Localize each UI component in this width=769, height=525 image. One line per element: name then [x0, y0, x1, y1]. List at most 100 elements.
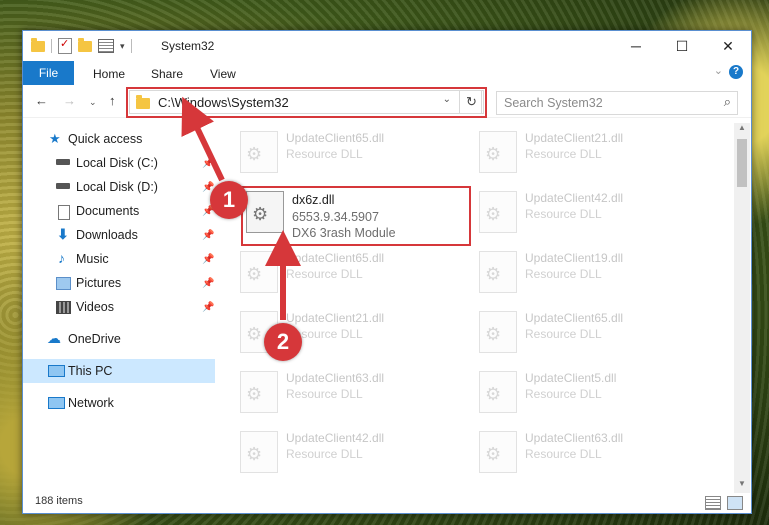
vertical-scrollbar[interactable]: ▲ ▼	[734, 123, 750, 493]
file-type: Resource DLL	[525, 207, 602, 221]
list-item[interactable]: UpdateClient65.dll Resource DLL	[479, 309, 709, 357]
quick-access-toolbar: ▾	[31, 37, 132, 54]
title-bar: ▾ System32 ─ ☐ ✕	[23, 31, 751, 61]
view-icon[interactable]	[98, 39, 114, 53]
list-item[interactable]: UpdateClient42.dll Resource DLL	[240, 429, 470, 477]
file-type: Resource DLL	[525, 447, 602, 461]
file-type: Resource DLL	[525, 387, 602, 401]
sidebar-item-label: Music	[76, 252, 109, 266]
sidebar-item-downloads[interactable]: ⬇ Downloads 📌	[23, 223, 215, 247]
pin-icon: 📌	[202, 277, 215, 289]
downloads-icon: ⬇	[57, 226, 69, 242]
window-title: System32	[161, 39, 215, 53]
tab-home[interactable]: Home	[93, 67, 125, 81]
file-type: Resource DLL	[525, 327, 602, 341]
dll-file-icon	[479, 191, 517, 233]
search-placeholder: Search System32	[504, 96, 603, 110]
maximize-button[interactable]: ☐	[659, 31, 705, 61]
list-item[interactable]: UpdateClient21.dll Resource DLL	[479, 129, 709, 177]
pictures-icon	[56, 277, 71, 290]
minimize-button[interactable]: ─	[613, 31, 659, 61]
list-item[interactable]: UpdateClient5.dll Resource DLL	[479, 369, 709, 417]
scroll-thumb[interactable]	[737, 139, 747, 187]
search-icon[interactable]: ⌕	[724, 94, 731, 110]
documents-icon	[58, 205, 70, 220]
item-count: 188 items	[35, 495, 83, 507]
file-name: UpdateClient21.dll	[286, 311, 385, 325]
sidebar-item-label: Network	[68, 396, 114, 410]
tab-view[interactable]: View	[210, 67, 236, 81]
file-explorer-window: ▾ System32 ─ ☐ ✕ File Home Share View ⌄ …	[22, 30, 752, 514]
properties-icon[interactable]	[58, 37, 72, 54]
navigation-bar: ← → ⌄ ↑ C:\Windows\System32 ⌄ ↻ Search S…	[23, 87, 751, 118]
sidebar-item-onedrive[interactable]: ☁ OneDrive	[23, 327, 215, 351]
details-view-icon[interactable]	[705, 496, 721, 510]
new-folder-icon[interactable]	[78, 37, 92, 52]
sidebar-item-quick-access[interactable]: ★ Quick access	[23, 127, 215, 151]
file-type: Resource DLL	[286, 447, 363, 461]
dll-file-icon	[479, 371, 517, 413]
sidebar-item-label: Local Disk (C:)	[76, 156, 158, 170]
sidebar-item-label: Documents	[76, 204, 140, 218]
sidebar-item-label: Downloads	[76, 228, 138, 242]
sidebar-item-label: Quick access	[68, 132, 143, 146]
recent-locations-chevron-icon[interactable]: ⌄	[89, 97, 97, 108]
tab-file[interactable]: File	[23, 61, 74, 85]
step-1-badge: 1	[210, 181, 248, 219]
dll-file-icon	[479, 311, 517, 353]
list-item[interactable]: UpdateClient42.dll Resource DLL	[479, 189, 709, 237]
file-name: UpdateClient65.dll	[286, 131, 385, 145]
sidebar-item-documents[interactable]: Documents 📌	[23, 199, 215, 223]
list-item[interactable]: UpdateClient19.dll Resource DLL	[479, 249, 709, 297]
customize-toolbar-chevron-icon[interactable]: ▾	[120, 41, 125, 52]
up-arrow-icon[interactable]: ↑	[109, 93, 116, 108]
pin-icon: 📌	[202, 301, 215, 313]
dll-file-icon	[240, 371, 278, 413]
list-item[interactable]: UpdateClient63.dll Resource DLL	[240, 369, 470, 417]
drive-icon	[56, 159, 70, 165]
file-name: UpdateClient65.dll	[286, 251, 385, 265]
ribbon: File Home Share View ⌄ ?	[23, 61, 751, 85]
help-icon[interactable]: ?	[729, 65, 743, 79]
dll-file-icon	[240, 251, 278, 293]
expand-ribbon-chevron-icon[interactable]: ⌄	[714, 64, 723, 77]
back-arrow-icon[interactable]: ←	[35, 93, 48, 108]
star-icon: ★	[49, 131, 61, 146]
search-input[interactable]: Search System32 ⌕	[496, 91, 738, 115]
sidebar-item-local-disk-d[interactable]: Local Disk (D:) 📌	[23, 175, 215, 199]
sidebar-item-network[interactable]: Network	[23, 391, 215, 415]
file-type: Resource DLL	[525, 147, 602, 161]
file-list: UpdateClient65.dll Resource DLL UpdateCl…	[218, 123, 734, 493]
scroll-down-arrow-icon[interactable]: ▼	[734, 479, 750, 493]
sidebar-item-label: Local Disk (D:)	[76, 180, 158, 194]
sidebar-item-local-disk-c[interactable]: Local Disk (C:) 📌	[23, 151, 215, 175]
file-type: Resource DLL	[286, 267, 363, 281]
address-bar-highlight	[126, 87, 487, 118]
pin-icon: 📌	[202, 229, 215, 241]
sidebar-item-this-pc[interactable]: This PC	[23, 359, 215, 383]
list-item[interactable]: UpdateClient65.dll Resource DLL	[240, 249, 470, 297]
file-name: UpdateClient5.dll	[525, 371, 617, 385]
divider	[51, 39, 52, 53]
list-item[interactable]: UpdateClient63.dll Resource DLL	[479, 429, 709, 477]
folder-icon[interactable]	[31, 37, 45, 52]
pin-icon: 📌	[202, 157, 215, 169]
network-icon	[48, 397, 65, 409]
onedrive-icon: ☁	[47, 330, 61, 346]
file-name: UpdateClient63.dll	[286, 371, 385, 385]
sidebar-item-videos[interactable]: Videos 📌	[23, 295, 215, 319]
sidebar-item-label: This PC	[68, 364, 113, 378]
file-type: Resource DLL	[286, 147, 363, 161]
status-bar: 188 items	[23, 493, 751, 513]
forward-arrow-icon[interactable]: →	[63, 93, 76, 108]
sidebar-item-pictures[interactable]: Pictures 📌	[23, 271, 215, 295]
sidebar-item-music[interactable]: ♪ Music 📌	[23, 247, 215, 271]
scroll-up-arrow-icon[interactable]: ▲	[734, 123, 750, 137]
file-name: UpdateClient63.dll	[525, 431, 624, 445]
pin-icon: 📌	[202, 253, 215, 265]
tab-share[interactable]: Share	[151, 67, 183, 81]
divider	[130, 39, 132, 53]
close-button[interactable]: ✕	[705, 31, 751, 61]
list-item[interactable]: UpdateClient65.dll Resource DLL	[240, 129, 470, 177]
large-icons-view-icon[interactable]	[727, 496, 743, 510]
